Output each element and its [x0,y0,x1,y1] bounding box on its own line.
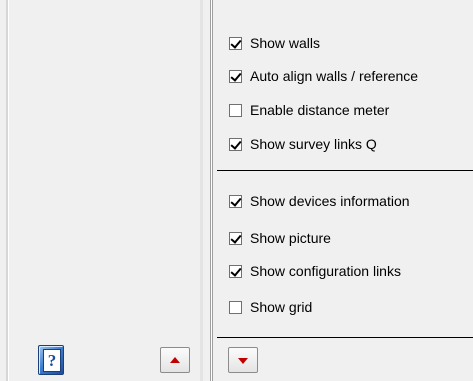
option-show-configuration-links[interactable]: Show configuration links [229,260,401,282]
show-walls-checkbox[interactable] [229,36,242,50]
option-show-survey-links[interactable]: Show survey links Q [229,133,377,155]
option-enable-distance-meter[interactable]: Enable distance meter [229,99,389,121]
show-grid-label: Show grid [250,299,313,315]
show-survey-links-checkbox[interactable] [229,137,242,151]
show-devices-information-label: Show devices information [250,193,410,209]
option-show-picture[interactable]: Show picture [229,227,331,249]
show-walls-label: Show walls [250,35,321,51]
auto-align-walls-checkbox[interactable] [229,69,242,83]
splitter-grip[interactable] [210,0,214,381]
enable-distance-meter-checkbox[interactable] [229,103,242,117]
show-devices-information-checkbox[interactable] [229,194,242,208]
option-auto-align-walls[interactable]: Auto align walls / reference [229,65,418,87]
left-panel-edge [6,0,9,381]
scroll-up-button[interactable] [160,347,190,373]
help-book-icon[interactable]: ? [38,345,64,375]
show-picture-checkbox[interactable] [229,231,242,245]
show-configuration-links-label: Show configuration links [250,263,401,279]
option-show-grid[interactable]: Show grid [229,296,312,318]
scroll-down-button[interactable] [228,347,258,373]
show-survey-links-label: Show survey links Q [250,136,377,152]
enable-distance-meter-label: Enable distance meter [250,102,390,118]
option-show-devices-information[interactable]: Show devices information [229,190,410,212]
arrow-up-icon [170,357,180,363]
group-separator [217,170,473,171]
left-panel [0,0,203,381]
option-show-walls[interactable]: Show walls [229,32,320,54]
bottom-separator [217,337,473,338]
show-grid-checkbox[interactable] [229,300,242,314]
show-picture-label: Show picture [250,230,331,246]
arrow-down-icon [238,358,248,364]
auto-align-walls-label: Auto align walls / reference [250,68,419,84]
help-question-glyph: ? [43,349,61,372]
show-configuration-links-checkbox[interactable] [229,264,242,278]
